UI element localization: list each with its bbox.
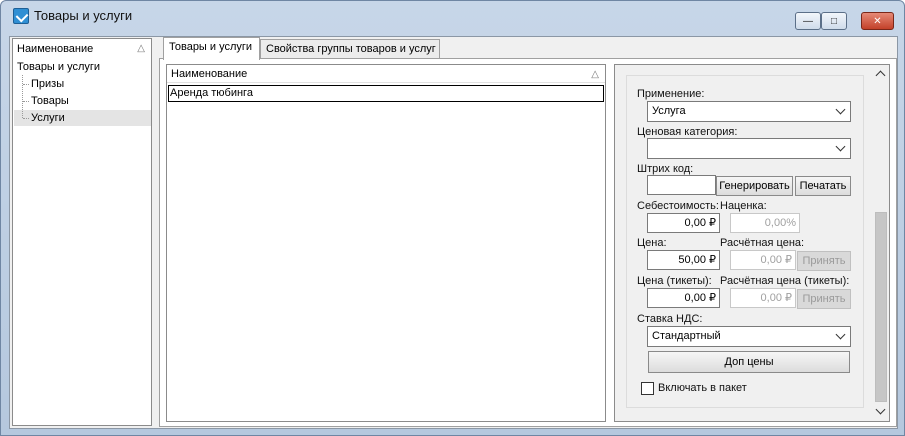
chevron-down-icon — [835, 104, 846, 115]
calc-price-tickets-field: 0,00 ₽ — [730, 288, 796, 308]
maximize-button[interactable]: □ — [821, 12, 847, 30]
properties-scrollbar[interactable] — [873, 65, 889, 421]
scroll-down-icon[interactable] — [875, 404, 886, 415]
tab-panel: Наименование △ Аренда тюбинга Применение… — [159, 58, 897, 427]
properties-group: Применение: Услуга Ценовая категория: Шт… — [626, 75, 864, 408]
group-tree[interactable]: Наименование △ Товары и услуги Призы Тов… — [12, 38, 152, 426]
tree-column-header[interactable]: Наименование △ — [13, 41, 151, 57]
calc-price-field: 0,00 ₽ — [730, 250, 796, 270]
print-barcode-button[interactable]: Печатать — [795, 176, 851, 196]
list-column-header-label: Наименование — [171, 68, 248, 80]
tree-item-root[interactable]: Товары и услуги — [17, 59, 100, 76]
barcode-label: Штрих код: — [637, 163, 694, 175]
tree-item-goods[interactable]: Товары — [31, 93, 69, 110]
main-window: Товары и услуги — □ ✕ Наименование △ Тов… — [0, 0, 905, 436]
tree-connector-line — [23, 101, 29, 102]
barcode-field[interactable] — [647, 175, 716, 195]
price-category-label: Ценовая категория: — [637, 126, 738, 138]
tree-column-header-label: Наименование — [17, 43, 94, 55]
app-icon — [13, 8, 29, 24]
title-bar[interactable]: Товары и услуги — □ ✕ — [1, 1, 904, 30]
items-list[interactable]: Наименование △ Аренда тюбинга — [166, 64, 606, 422]
price-field[interactable]: 50,00 ₽ — [647, 250, 720, 270]
close-button[interactable]: ✕ — [861, 12, 894, 30]
tree-connector-line — [23, 118, 29, 119]
price-tickets-label: Цена (тикеты): — [637, 275, 712, 287]
tab-group-properties[interactable]: Свойства группы товаров и услуг — [260, 39, 440, 59]
properties-panel: Применение: Услуга Ценовая категория: Шт… — [614, 64, 890, 422]
chevron-down-icon — [835, 329, 846, 340]
include-in-package-label: Включать в пакет — [658, 382, 747, 394]
calc-price-tickets-label: Расчётная цена (тикеты): — [720, 275, 850, 287]
generate-barcode-button[interactable]: Генерировать — [716, 176, 793, 196]
minimize-button[interactable]: — — [795, 12, 821, 30]
usage-select[interactable]: Услуга — [647, 101, 851, 122]
markup-field: 0,00% — [730, 213, 800, 233]
tree-connector-line — [23, 84, 29, 85]
vat-select[interactable]: Стандартный — [647, 326, 851, 347]
accept-price-tickets-button[interactable]: Принять — [797, 289, 851, 309]
tree-connector-line — [22, 75, 23, 118]
window-title: Товары и услуги — [34, 8, 133, 23]
scrollbar-thumb[interactable] — [875, 212, 887, 402]
tree-item-services[interactable]: Услуги — [31, 110, 65, 127]
cost-label: Себестоимость: — [637, 200, 719, 212]
calc-price-label: Расчётная цена: — [720, 237, 805, 249]
list-item[interactable]: Аренда тюбинга — [168, 85, 604, 102]
markup-label: Наценка: — [720, 200, 767, 212]
tab-goods-services[interactable]: Товары и услуги — [163, 37, 260, 60]
chevron-down-icon — [835, 141, 846, 152]
client-area: Наименование △ Товары и услуги Призы Тов… — [9, 36, 898, 429]
vat-label: Ставка НДС: — [637, 313, 703, 325]
scroll-up-icon[interactable] — [875, 70, 886, 81]
usage-label: Применение: — [637, 88, 705, 100]
sort-arrow-icon: △ — [591, 69, 599, 80]
include-in-package-checkbox[interactable] — [641, 382, 654, 395]
list-column-header[interactable]: Наименование △ — [167, 65, 605, 83]
cost-field[interactable]: 0,00 ₽ — [647, 213, 720, 233]
price-category-select[interactable] — [647, 138, 851, 159]
usage-select-value: Услуга — [652, 105, 686, 117]
sort-arrow-icon: △ — [137, 43, 145, 54]
price-label: Цена: — [637, 237, 667, 249]
price-tickets-field[interactable]: 0,00 ₽ — [647, 288, 720, 308]
accept-price-button[interactable]: Принять — [797, 251, 851, 271]
extra-prices-button[interactable]: Доп цены — [648, 351, 850, 373]
tree-item-prizes[interactable]: Призы — [31, 76, 64, 93]
vat-select-value: Стандартный — [652, 330, 721, 342]
